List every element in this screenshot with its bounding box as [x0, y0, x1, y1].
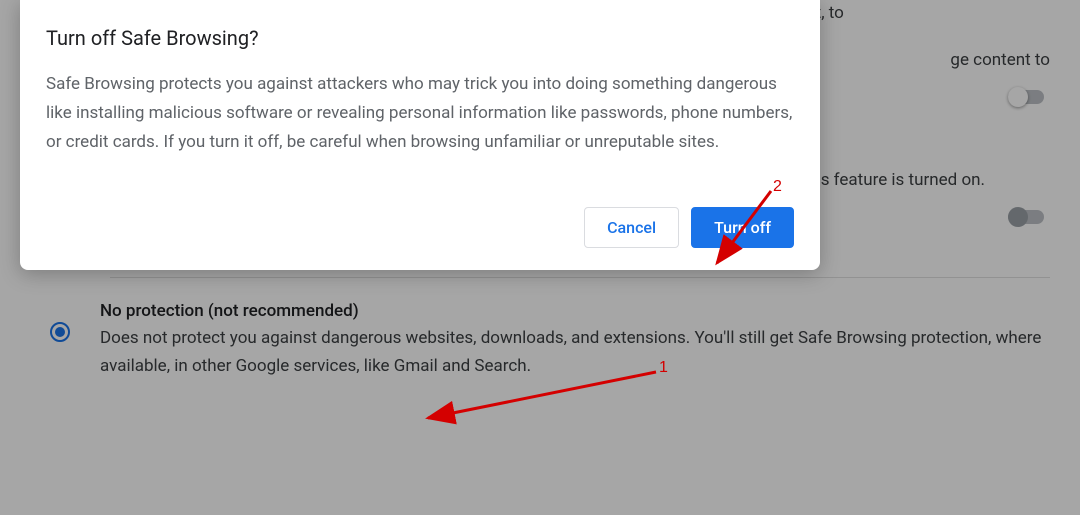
turn-off-button[interactable]: Turn off — [691, 207, 794, 248]
annotation-label-1: 1 — [659, 359, 668, 377]
cancel-button[interactable]: Cancel — [584, 207, 679, 248]
dialog-actions: Cancel Turn off — [46, 207, 794, 248]
annotation-label-2: 2 — [773, 178, 782, 196]
confirm-dialog: Turn off Safe Browsing? Safe Browsing pr… — [20, 0, 820, 270]
dialog-title: Turn off Safe Browsing? — [46, 26, 794, 50]
dialog-body: Safe Browsing protects you against attac… — [46, 70, 794, 157]
